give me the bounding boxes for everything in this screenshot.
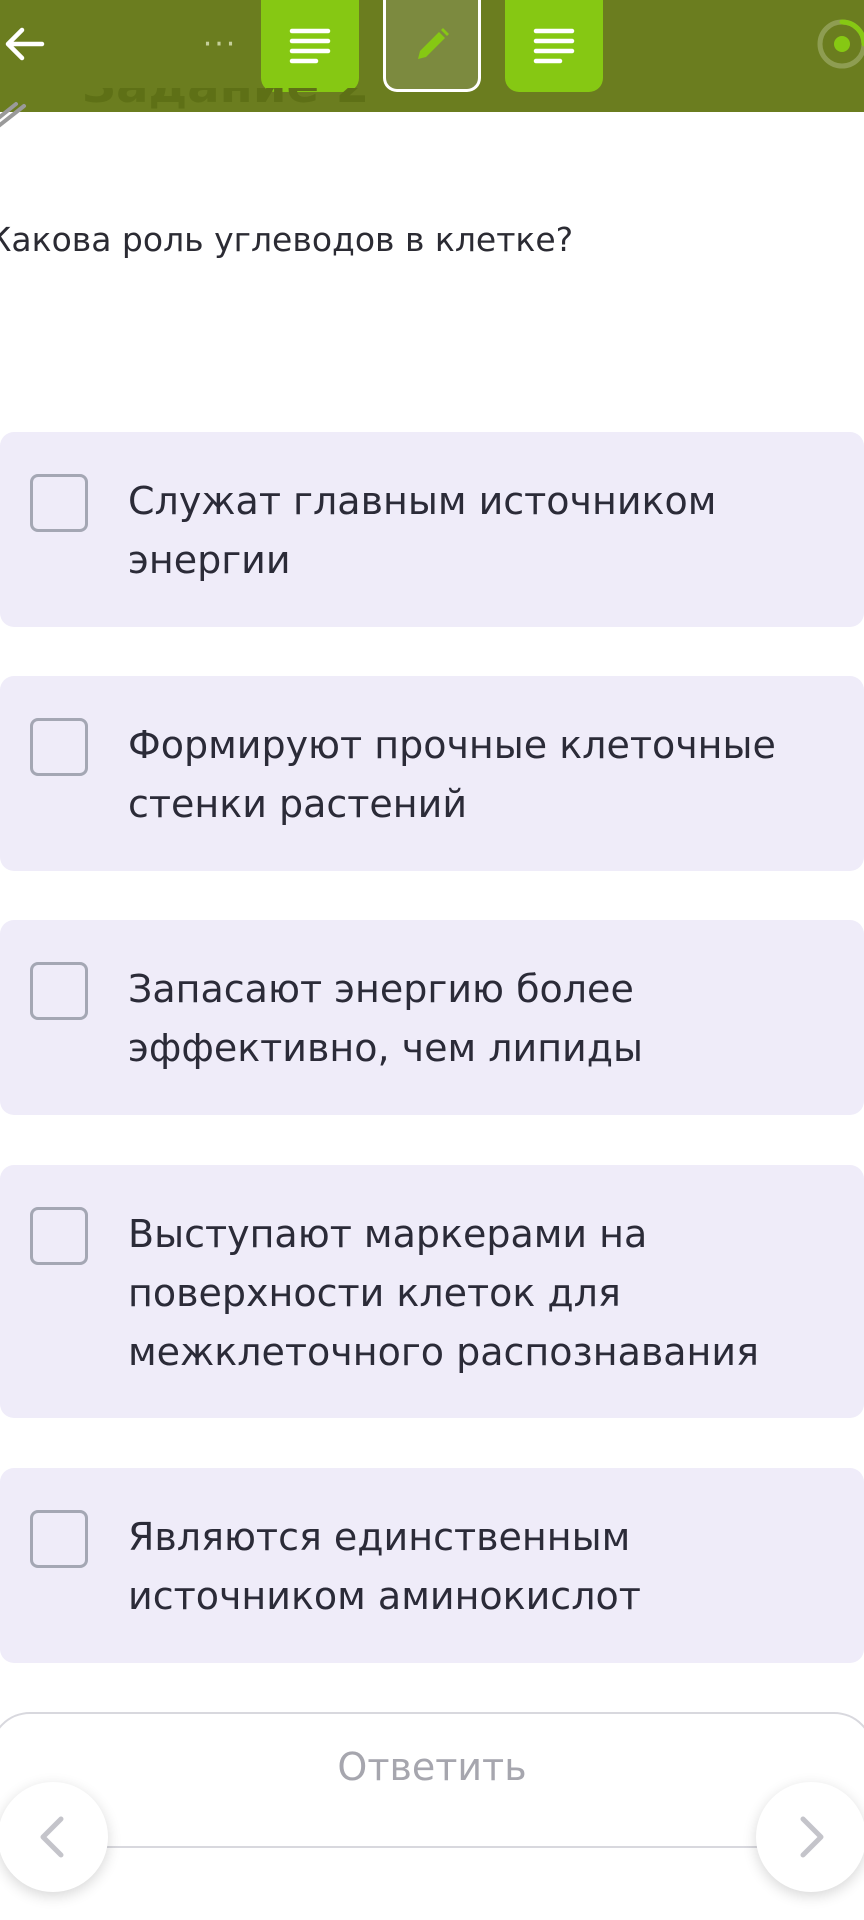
prev-task-button[interactable]: [0, 1782, 108, 1892]
question-text: Какова роль углеводов в клетке?: [0, 220, 574, 259]
next-task-button[interactable]: [756, 1782, 864, 1892]
option-label: Выступают маркерами на поверхности клето…: [128, 1212, 759, 1374]
option-checkbox[interactable]: [30, 1207, 88, 1265]
task-page: ··· Какова роль углеводов в клетке? Служ…: [0, 0, 864, 1920]
answer-option[interactable]: Служат главным источником энергии: [0, 432, 864, 627]
notes-mode-button[interactable]: [505, 0, 603, 92]
more-button[interactable]: ···: [196, 22, 244, 66]
task-title: Задание 2: [82, 88, 369, 110]
option-checkbox[interactable]: [30, 1510, 88, 1568]
pencil-icon: [418, 27, 449, 59]
back-button[interactable]: [0, 20, 48, 68]
answer-option[interactable]: Запасают энергию более эффективно, чем л…: [0, 920, 864, 1115]
progress-ring-icon: [817, 19, 864, 69]
answer-option[interactable]: Являются единственным источником аминоки…: [0, 1468, 864, 1663]
answer-option[interactable]: Выступают маркерами на поверхности клето…: [0, 1165, 864, 1418]
option-label: Являются единственным источником аминоки…: [128, 1515, 641, 1618]
option-label: Запасают энергию более эффективно, чем л…: [128, 967, 644, 1070]
pencil-icon: [0, 102, 26, 128]
submit-button[interactable]: Ответить: [0, 1712, 864, 1848]
chevron-right-icon: [800, 1816, 824, 1858]
text-lines-icon: [533, 28, 575, 64]
option-checkbox[interactable]: [30, 718, 88, 776]
text-lines-icon: [289, 28, 331, 64]
task-heading: Задание 2: [0, 88, 864, 148]
chevron-left-icon: [40, 1816, 64, 1858]
more-dots-icon: ···: [202, 26, 238, 62]
arrow-left-icon: [5, 27, 45, 61]
edit-mode-button[interactable]: [383, 0, 481, 92]
option-label: Формируют прочные клеточные стенки расте…: [128, 723, 776, 826]
answer-option[interactable]: Формируют прочные клеточные стенки расте…: [0, 676, 864, 871]
submit-label: Ответить: [337, 1745, 527, 1789]
option-label: Служат главным источником энергии: [128, 479, 717, 582]
option-checkbox[interactable]: [30, 962, 88, 1020]
option-checkbox[interactable]: [30, 474, 88, 532]
text-mode-button[interactable]: [261, 0, 359, 92]
